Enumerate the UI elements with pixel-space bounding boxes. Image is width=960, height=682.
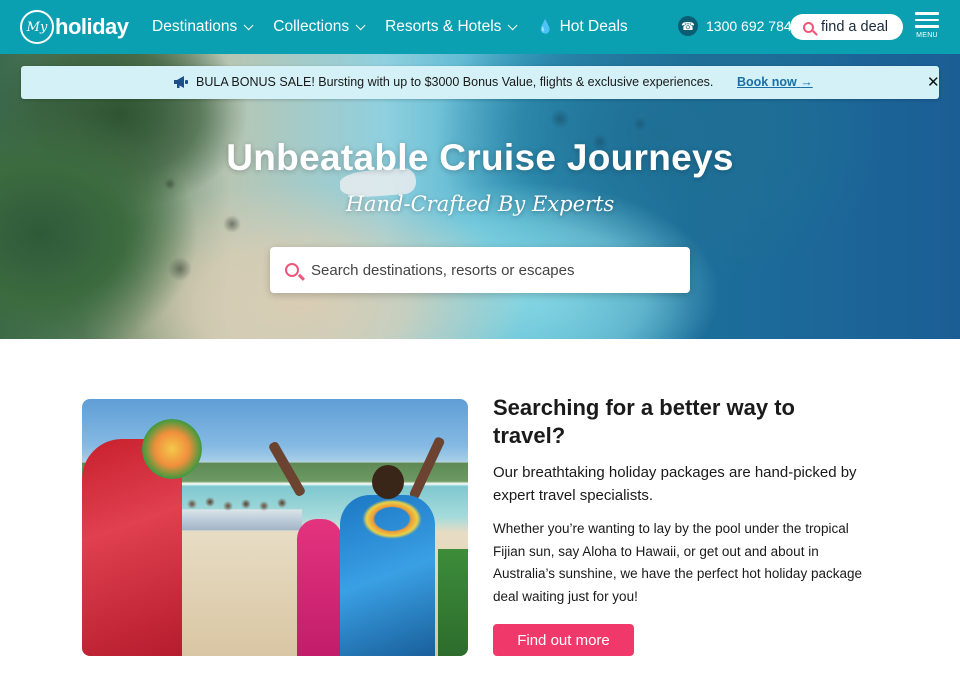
intro-photo xyxy=(82,399,468,656)
photo-raised-arm xyxy=(408,435,446,501)
nav-item-destinations[interactable]: Destinations xyxy=(152,18,254,36)
chevron-down-icon xyxy=(243,19,254,30)
search-input[interactable] xyxy=(311,261,671,279)
logo[interactable]: My holiday xyxy=(20,9,129,45)
menu-label: MENU xyxy=(916,31,938,39)
find-out-more-button[interactable]: Find out more xyxy=(493,624,634,656)
find-deal-button[interactable]: find a deal xyxy=(790,14,903,40)
logo-mark: My xyxy=(20,10,54,44)
logo-wordmark: holiday xyxy=(55,14,129,39)
phone-icon: ☎ xyxy=(678,16,698,36)
phone-number: 1300 692 784 xyxy=(706,18,792,34)
intro-lead: Our breathtaking holiday packages are ha… xyxy=(493,464,857,504)
photo-flower-lei xyxy=(142,419,202,479)
intro-body: Whether you’re wanting to lay by the poo… xyxy=(493,521,862,604)
intro-heading: Searching for a better way to travel? xyxy=(493,395,795,448)
arrow-right-icon: → xyxy=(800,75,813,89)
hamburger-icon xyxy=(915,12,939,15)
photo-person-pink-dress xyxy=(297,519,342,656)
hero-title: Unbeatable Cruise Journeys xyxy=(226,137,734,178)
photo-raised-arm xyxy=(267,440,307,498)
photo-crowd xyxy=(182,494,302,554)
main-nav: Destinations Collections Resorts & Hotel… xyxy=(152,0,628,54)
megaphone-icon xyxy=(174,76,188,88)
nav-item-label: Destinations xyxy=(152,18,238,35)
photo-head xyxy=(372,465,404,499)
menu-button[interactable]: MENU xyxy=(914,12,940,39)
nav-item-hot-deals[interactable]: 💧 Hot Deals xyxy=(537,18,627,36)
hamburger-icon xyxy=(915,18,939,21)
flame-icon: 💧 xyxy=(537,19,554,34)
hero-subtitle: Hand-Crafted By Experts xyxy=(345,192,615,216)
find-deal-label: find a deal xyxy=(821,19,888,35)
search-icon xyxy=(803,21,814,33)
hamburger-icon xyxy=(915,25,939,28)
book-now-label: Book now xyxy=(737,75,797,89)
hero-search-box[interactable] xyxy=(270,247,690,293)
promo-banner: BULA BONUS SALE! Bursting with up to $30… xyxy=(21,66,940,99)
site-header: My holiday Destinations Collections Reso… xyxy=(0,0,960,54)
book-now-link[interactable]: Book now → xyxy=(737,75,813,89)
photo-foliage xyxy=(438,549,468,656)
close-icon[interactable]: ✕ xyxy=(927,73,940,91)
nav-item-resorts-hotels[interactable]: Resorts & Hotels xyxy=(385,18,518,36)
photo-flower-lei xyxy=(362,499,422,539)
nav-item-label: Collections xyxy=(273,18,350,35)
chevron-down-icon xyxy=(508,19,518,30)
nav-item-collections[interactable]: Collections xyxy=(273,18,366,36)
search-icon xyxy=(285,263,299,277)
nav-item-label: Resorts & Hotels xyxy=(385,18,502,35)
promo-text: BULA BONUS SALE! Bursting with up to $30… xyxy=(196,75,714,89)
chevron-down-icon xyxy=(355,19,366,30)
phone-link[interactable]: ☎ 1300 692 784 xyxy=(678,16,792,36)
nav-item-label: Hot Deals xyxy=(559,18,628,35)
